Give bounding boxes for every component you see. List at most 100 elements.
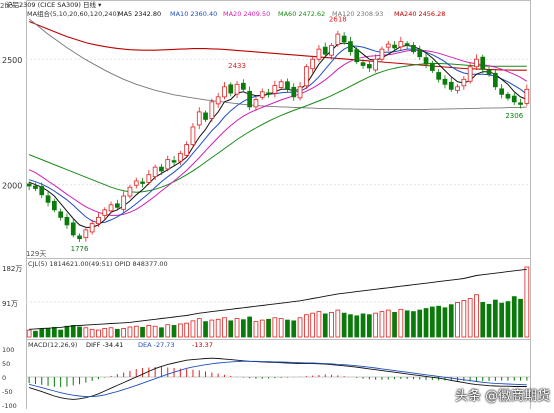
volume-bar <box>278 318 284 338</box>
volume-bar <box>152 325 158 338</box>
candle-body <box>26 183 32 187</box>
volume-bar <box>140 326 145 338</box>
candle-body <box>341 35 347 43</box>
volume-bar <box>272 317 278 338</box>
candle-body <box>436 72 442 80</box>
volume-bar <box>474 294 479 338</box>
volume-header-label: CJL(5) 1814621.00(49:51) OPID 848377.00 <box>28 260 168 268</box>
volume-bar <box>285 319 290 338</box>
candle-body <box>385 43 391 48</box>
volume-bar <box>77 326 82 338</box>
ma-group-label: MA组合(5,10,20,60,120,240) <box>27 9 119 18</box>
candle-body <box>354 49 360 63</box>
volume-bar <box>127 326 133 338</box>
macd-dea-label: DEA -27.73 <box>138 341 175 349</box>
volume-tick-label: 182万 <box>2 265 22 273</box>
volume-bar <box>499 302 505 338</box>
price-annotation-label: 2306 <box>505 112 523 120</box>
candle-body <box>140 181 145 184</box>
volume-bar <box>159 327 164 338</box>
candle-body <box>310 58 316 70</box>
candle-body <box>467 66 473 82</box>
volume-tick-label: 91万 <box>2 300 18 308</box>
candle-body <box>480 56 486 70</box>
candle-body <box>58 211 64 218</box>
volume-bar <box>196 318 202 338</box>
candle-body <box>146 174 152 183</box>
macd-diff-label: DIFF -34.41 <box>86 341 123 349</box>
candle-body <box>96 216 101 225</box>
candle-body <box>297 86 303 99</box>
volume-bar <box>329 311 334 338</box>
volume-bar <box>39 328 45 338</box>
candle-body <box>486 69 492 75</box>
volume-bar <box>108 327 114 338</box>
candle-body <box>492 72 498 88</box>
volume-bar <box>524 266 530 338</box>
candle-body <box>102 209 108 216</box>
volume-bar <box>385 309 391 338</box>
macd-header-label: MACD(12,26,9) <box>28 341 77 349</box>
volume-bar <box>348 314 353 338</box>
macd-tick-label: 100 <box>2 346 14 354</box>
volume-bar <box>51 326 57 338</box>
candle-body <box>404 43 410 46</box>
volume-bar <box>247 316 253 338</box>
candle-body <box>499 88 505 95</box>
candle-body <box>228 84 234 94</box>
candle-body <box>51 200 57 211</box>
volume-bar <box>165 324 171 338</box>
volume-bar <box>417 309 423 338</box>
volume-bar <box>190 320 196 338</box>
volume-bar <box>240 319 246 338</box>
volume-bar <box>259 319 265 338</box>
price-annotation-label: 2618 <box>329 16 347 24</box>
candle-body <box>127 186 133 197</box>
volume-bar <box>310 312 316 338</box>
candle-body <box>64 216 70 226</box>
candle-body <box>360 62 366 66</box>
price-tick-label: 2000 <box>2 182 22 191</box>
volume-bar <box>392 311 397 338</box>
candle-body <box>253 98 259 108</box>
candle-body <box>272 85 278 94</box>
candle-body <box>33 185 38 189</box>
volume-bar <box>341 312 347 338</box>
volume-bar <box>411 311 416 338</box>
candle-body <box>524 88 530 104</box>
candle-body <box>240 82 246 90</box>
volume-bar <box>316 311 322 338</box>
price-tick-label: 2500 <box>2 56 22 65</box>
volume-bar <box>360 313 366 338</box>
candle-body <box>171 160 177 163</box>
candle-body <box>203 112 208 120</box>
price-annotation-label: 1776 <box>71 245 89 253</box>
candle-body <box>77 235 82 240</box>
volume-bar <box>171 325 177 338</box>
candle-body <box>316 48 322 60</box>
macd-tick-label: 0 <box>2 374 6 382</box>
candle-body <box>448 81 454 90</box>
watermark-text: 头条 @徽商期货 <box>455 389 551 404</box>
volume-bar <box>448 304 454 338</box>
volume-bar <box>58 329 64 338</box>
volume-bar <box>442 307 448 338</box>
candle-body <box>411 44 416 53</box>
volume-bar <box>398 308 404 338</box>
candle-body <box>108 204 114 212</box>
candle-body <box>83 229 89 239</box>
candle-body <box>184 144 190 156</box>
candle-body <box>196 111 202 126</box>
volume-bar <box>505 301 511 338</box>
candle-body <box>89 223 95 233</box>
candle-body <box>474 58 479 68</box>
price-annotation-label: 2433 <box>228 62 246 70</box>
candle-body <box>278 81 284 88</box>
candle-body <box>222 86 227 98</box>
volume-bar <box>467 298 473 338</box>
volume-bar <box>146 325 152 338</box>
watermark-label: 头条 @徽商期货 <box>455 383 551 405</box>
symbol-header: 沪铝2309 (CICE SA309) 日线 ▾ <box>6 0 102 9</box>
candle-body <box>70 222 76 236</box>
volume-bar <box>404 310 410 338</box>
